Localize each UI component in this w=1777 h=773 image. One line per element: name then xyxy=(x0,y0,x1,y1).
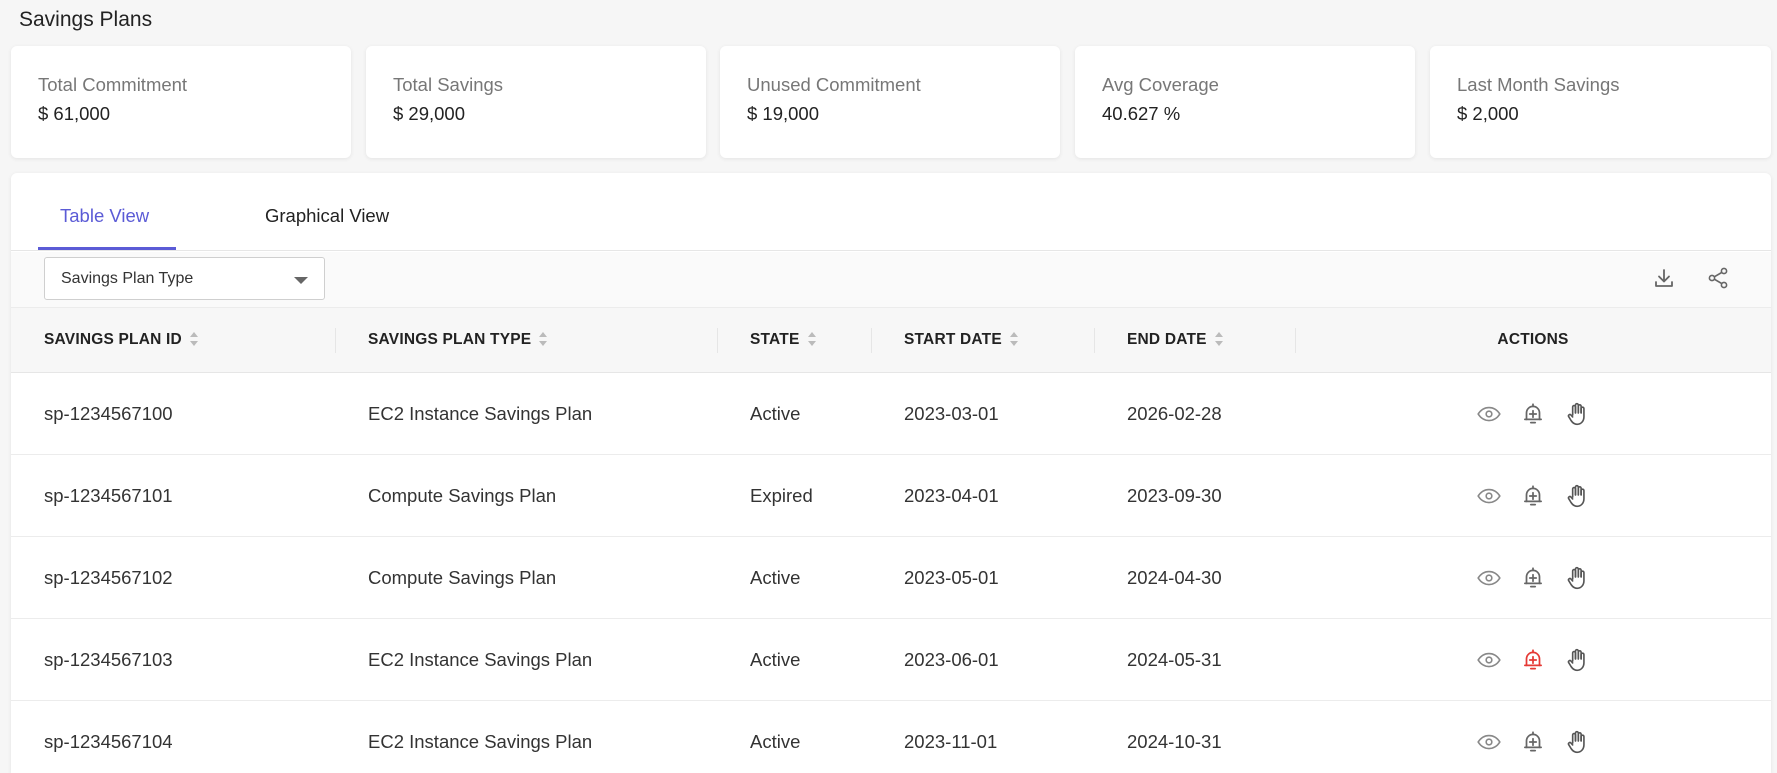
card-value: $ 2,000 xyxy=(1457,103,1771,125)
cell-state: Active xyxy=(717,373,871,455)
cell-plan-type: EC2 Instance Savings Plan xyxy=(335,619,717,701)
view-icon[interactable] xyxy=(1476,401,1502,427)
cell-end-date: 2026-02-28 xyxy=(1094,373,1295,455)
page-title: Savings Plans xyxy=(19,8,152,32)
tab-table-view[interactable]: Table View xyxy=(60,205,149,227)
cell-state: Active xyxy=(717,619,871,701)
card-avg-coverage: Avg Coverage 40.627 % xyxy=(1075,46,1415,158)
table-row[interactable]: sp-1234567102Compute Savings PlanActive2… xyxy=(11,537,1771,619)
table-body: sp-1234567100EC2 Instance Savings PlanAc… xyxy=(11,373,1771,773)
hand-icon[interactable] xyxy=(1564,483,1590,509)
download-icon[interactable] xyxy=(1652,266,1676,290)
hand-icon[interactable] xyxy=(1564,647,1590,673)
cell-start-date: 2023-11-01 xyxy=(871,701,1094,773)
hand-icon[interactable] xyxy=(1564,401,1590,427)
view-icon[interactable] xyxy=(1476,483,1502,509)
cell-start-date: 2023-05-01 xyxy=(871,537,1094,619)
summary-cards: Total Commitment $ 61,000 Total Savings … xyxy=(11,46,1771,158)
card-label: Avg Coverage xyxy=(1102,74,1415,96)
cell-plan-id: sp-1234567103 xyxy=(11,619,335,701)
sort-icon[interactable] xyxy=(190,332,199,348)
add-alert-icon[interactable] xyxy=(1520,483,1546,509)
view-tabs: Table View Graphical View xyxy=(11,173,1771,251)
cell-start-date: 2023-04-01 xyxy=(871,455,1094,537)
cell-plan-id: sp-1234567100 xyxy=(11,373,335,455)
card-value: 40.627 % xyxy=(1102,103,1415,125)
cell-actions xyxy=(1295,619,1771,701)
card-value: $ 61,000 xyxy=(38,103,351,125)
card-total-savings: Total Savings $ 29,000 xyxy=(366,46,706,158)
savings-plan-type-select[interactable]: Savings Plan Type xyxy=(44,257,325,300)
column-label: ACTIONS xyxy=(1497,331,1568,348)
tab-graphical-view[interactable]: Graphical View xyxy=(265,205,389,227)
sort-icon[interactable] xyxy=(1010,332,1019,348)
table-row[interactable]: sp-1234567103EC2 Instance Savings PlanAc… xyxy=(11,619,1771,701)
hand-icon[interactable] xyxy=(1564,729,1590,755)
cell-end-date: 2024-05-31 xyxy=(1094,619,1295,701)
cell-plan-type: Compute Savings Plan xyxy=(335,455,717,537)
column-header-actions: ACTIONS xyxy=(1295,308,1771,373)
select-value: Savings Plan Type xyxy=(61,270,193,287)
column-label: END DATE xyxy=(1127,331,1207,348)
savings-plan-panel: Table View Graphical View Savings Plan T… xyxy=(11,173,1771,773)
cell-plan-type: EC2 Instance Savings Plan xyxy=(335,373,717,455)
cell-plan-type: Compute Savings Plan xyxy=(335,537,717,619)
cell-end-date: 2023-09-30 xyxy=(1094,455,1295,537)
card-value: $ 29,000 xyxy=(393,103,706,125)
card-unused-commitment: Unused Commitment $ 19,000 xyxy=(720,46,1060,158)
card-label: Last Month Savings xyxy=(1457,74,1771,96)
table-row[interactable]: sp-1234567104EC2 Instance Savings PlanAc… xyxy=(11,701,1771,773)
add-alert-icon[interactable] xyxy=(1520,565,1546,591)
card-label: Unused Commitment xyxy=(747,74,1060,96)
view-icon[interactable] xyxy=(1476,565,1502,591)
column-header-state[interactable]: STATE xyxy=(717,308,871,373)
add-alert-icon[interactable] xyxy=(1520,401,1546,427)
cell-plan-type: EC2 Instance Savings Plan xyxy=(335,701,717,773)
cell-end-date: 2024-04-30 xyxy=(1094,537,1295,619)
column-header-end-date[interactable]: END DATE xyxy=(1094,308,1295,373)
cell-state: Active xyxy=(717,537,871,619)
cell-actions xyxy=(1295,373,1771,455)
active-tab-indicator xyxy=(38,247,176,250)
sort-icon[interactable] xyxy=(539,332,548,348)
card-total-commitment: Total Commitment $ 61,000 xyxy=(11,46,351,158)
cell-end-date: 2024-10-31 xyxy=(1094,701,1295,773)
column-label: STATE xyxy=(750,331,800,348)
table-toolbar: Savings Plan Type xyxy=(11,252,1771,307)
column-label: START DATE xyxy=(904,331,1002,348)
savings-plan-table: SAVINGS PLAN ID SAVINGS PLAN TYPE STATE … xyxy=(11,307,1771,773)
sort-icon[interactable] xyxy=(1215,332,1224,348)
hand-icon[interactable] xyxy=(1564,565,1590,591)
table-row[interactable]: sp-1234567100EC2 Instance Savings PlanAc… xyxy=(11,373,1771,455)
table-header-row: SAVINGS PLAN ID SAVINGS PLAN TYPE STATE … xyxy=(11,308,1771,373)
card-last-month-savings: Last Month Savings $ 2,000 xyxy=(1430,46,1771,158)
column-label: SAVINGS PLAN ID xyxy=(44,331,182,348)
sort-icon[interactable] xyxy=(808,332,817,348)
cell-state: Expired xyxy=(717,455,871,537)
add-alert-icon[interactable] xyxy=(1520,647,1546,673)
view-icon[interactable] xyxy=(1476,647,1502,673)
cell-actions xyxy=(1295,537,1771,619)
card-label: Total Commitment xyxy=(38,74,351,96)
cell-plan-id: sp-1234567101 xyxy=(11,455,335,537)
cell-actions xyxy=(1295,455,1771,537)
column-header-start-date[interactable]: START DATE xyxy=(871,308,1094,373)
cell-start-date: 2023-03-01 xyxy=(871,373,1094,455)
view-icon[interactable] xyxy=(1476,729,1502,755)
column-label: SAVINGS PLAN TYPE xyxy=(368,331,531,348)
column-header-id[interactable]: SAVINGS PLAN ID xyxy=(11,308,335,373)
cell-state: Active xyxy=(717,701,871,773)
table-row[interactable]: sp-1234567101Compute Savings PlanExpired… xyxy=(11,455,1771,537)
share-icon[interactable] xyxy=(1706,266,1730,290)
cell-plan-id: sp-1234567104 xyxy=(11,701,335,773)
card-label: Total Savings xyxy=(393,74,706,96)
column-header-type[interactable]: SAVINGS PLAN TYPE xyxy=(335,308,717,373)
add-alert-icon[interactable] xyxy=(1520,729,1546,755)
cell-start-date: 2023-06-01 xyxy=(871,619,1094,701)
cell-plan-id: sp-1234567102 xyxy=(11,537,335,619)
cell-actions xyxy=(1295,701,1771,773)
card-value: $ 19,000 xyxy=(747,103,1060,125)
chevron-down-icon xyxy=(294,277,308,284)
